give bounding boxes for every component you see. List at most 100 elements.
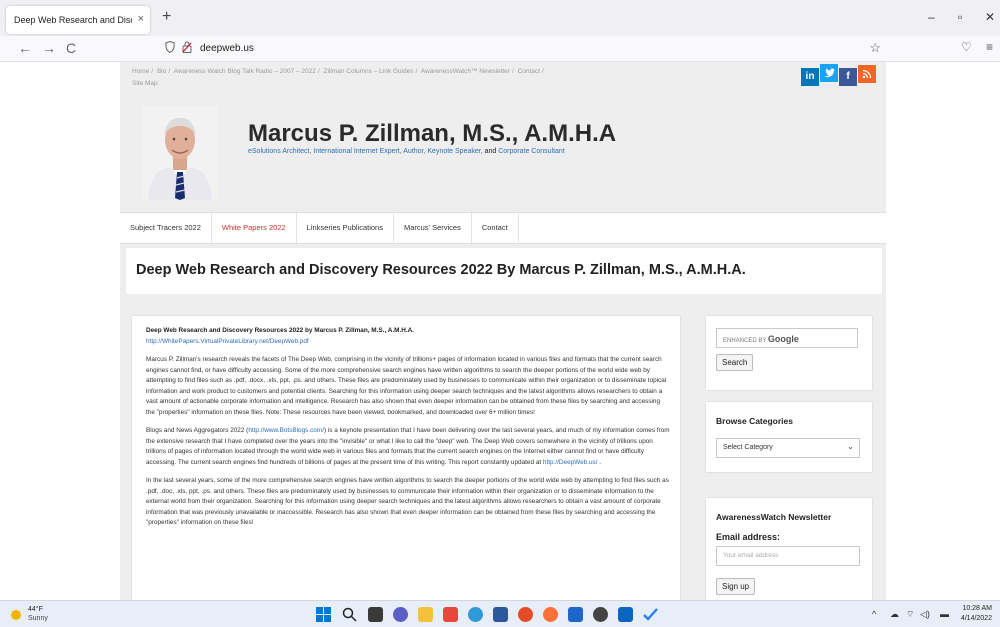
- newsletter-title: AwarenessWatch Newsletter: [716, 512, 832, 522]
- nav-separator: /: [168, 68, 171, 75]
- google-logo: Google: [767, 334, 799, 344]
- restore-icon[interactable]: ▫: [958, 10, 962, 24]
- article-paragraph-2: Blogs and News Aggregators 2022 (http://…: [146, 426, 670, 468]
- category-select-value: Select Category: [723, 444, 773, 451]
- site-tagline: eSolutions Architect, International Inte…: [248, 148, 565, 155]
- menu-contact[interactable]: Contact: [472, 213, 519, 243]
- bookmark-star-icon[interactable]: ☆: [869, 40, 881, 56]
- nav-link-columns[interactable]: Zillman Columns – Link Guides: [324, 68, 414, 75]
- rss-icon[interactable]: [858, 65, 876, 83]
- back-icon[interactable]: ←: [18, 40, 32, 56]
- deepweb-link[interactable]: http://DeepWeb.us/: [543, 459, 598, 466]
- volume-icon[interactable]: ◁): [920, 609, 930, 620]
- article-paragraph-3: In the last several years, some of the m…: [146, 477, 669, 526]
- dell-icon[interactable]: [593, 607, 608, 622]
- menu-icon[interactable]: ≡: [986, 40, 993, 54]
- chevron-down-icon: ⌄: [847, 442, 854, 451]
- url-text[interactable]: deepweb.us: [200, 43, 254, 54]
- browser-tab-strip: Deep Web Research and Discovery × + – ▫ …: [0, 0, 1000, 36]
- categories-widget: Browse Categories Select Category ⌄: [706, 402, 872, 472]
- browse-categories-title: Browse Categories: [716, 416, 793, 426]
- p2-text-c: .: [597, 458, 602, 466]
- battery-icon[interactable]: ▬: [940, 609, 949, 619]
- nav-link-sitemap[interactable]: Site Map: [132, 80, 158, 87]
- search-button[interactable]: Search: [716, 354, 754, 371]
- teams-chat-icon[interactable]: [393, 607, 408, 622]
- new-tab-button[interactable]: +: [162, 8, 171, 26]
- firefox-icon[interactable]: [543, 607, 558, 622]
- tagline-consultant: Corporate Consultant: [498, 148, 565, 155]
- social-links: in f: [800, 64, 876, 86]
- page-title-box: Deep Web Research and Discovery Resource…: [126, 248, 882, 294]
- tab-title: Deep Web Research and Discovery: [14, 15, 132, 25]
- clock-time[interactable]: 10:28 AM: [962, 605, 992, 612]
- google-search-input[interactable]: ENHANCED BY Google: [716, 328, 858, 348]
- checkmark-icon[interactable]: [643, 607, 658, 622]
- pocket-icon[interactable]: ♡: [961, 40, 972, 54]
- newsletter-widget: AwarenessWatch Newsletter Email address:…: [706, 498, 872, 600]
- article-pdf-link[interactable]: http://WhitePapers.VirtualPrivateLibrary…: [146, 337, 670, 348]
- menu-linkseries[interactable]: Linkseries Publications: [297, 213, 394, 243]
- botsblogs-link[interactable]: http://www.BotsBlogs.com/: [248, 427, 324, 434]
- nav-separator: /: [542, 68, 544, 75]
- windows-taskbar: 44°F Sunny ^ ☁ ⌔ ◁) ▬ 10:28 AM 4/14/2022: [0, 600, 1000, 627]
- onedrive-icon[interactable]: ☁: [890, 609, 899, 620]
- wifi-icon[interactable]: ⌔: [906, 609, 914, 620]
- nav-link-newsletter[interactable]: AwarenessWatch™ Newsletter: [421, 68, 510, 75]
- article-content: Deep Web Research and Discovery Resource…: [132, 316, 680, 600]
- site-title: Marcus P. Zillman, M.S., A.M.H.A: [248, 120, 617, 147]
- menu-white-papers[interactable]: White Papers 2022: [212, 213, 297, 243]
- tray-overflow-icon[interactable]: ^: [872, 609, 876, 619]
- weather-condition[interactable]: Sunny: [28, 615, 48, 622]
- page-title: Deep Web Research and Discovery Resource…: [136, 262, 746, 278]
- nav-link-bio[interactable]: Bio: [157, 68, 166, 75]
- shield-icon[interactable]: [165, 41, 175, 53]
- twitter-icon[interactable]: [820, 64, 838, 82]
- store-icon[interactable]: [568, 607, 583, 622]
- menu-services[interactable]: Marcus' Services: [394, 213, 472, 243]
- office-icon[interactable]: [443, 607, 458, 622]
- nav-link-home[interactable]: Home: [132, 68, 149, 75]
- author-photo: [142, 106, 218, 200]
- nav-link-radio[interactable]: Awareness Watch Blog Talk Radio – 2007 –…: [174, 68, 316, 75]
- lock-icon[interactable]: [182, 41, 192, 53]
- menu-subject-tracers[interactable]: Subject Tracers 2022: [120, 213, 212, 243]
- web-page: Home / Bio / Awareness Watch Blog Talk Rad…: [0, 62, 1000, 600]
- tagline-roles: eSolutions Architect, International Inte…: [248, 148, 483, 155]
- email-field[interactable]: Your email address: [716, 546, 860, 566]
- facebook-icon[interactable]: f: [839, 68, 857, 86]
- nav-separator: /: [415, 68, 418, 75]
- nav-link-contact[interactable]: Contact: [518, 68, 540, 75]
- search-widget: ENHANCED BY Google Search: [706, 316, 872, 390]
- task-view-icon[interactable]: [368, 607, 383, 622]
- file-explorer-icon[interactable]: [418, 607, 433, 622]
- minimize-icon[interactable]: –: [928, 10, 935, 24]
- windows-start-icon[interactable]: [316, 607, 331, 622]
- word-icon[interactable]: [493, 607, 508, 622]
- weather-temperature[interactable]: 44°F: [28, 606, 43, 613]
- close-window-icon[interactable]: ✕: [985, 10, 995, 24]
- outlook-icon[interactable]: [618, 607, 633, 622]
- search-icon[interactable]: [342, 607, 357, 622]
- linkedin-icon[interactable]: in: [801, 68, 819, 86]
- chrome-icon[interactable]: [518, 607, 533, 622]
- close-tab-icon[interactable]: ×: [138, 13, 144, 25]
- nav-separator: /: [151, 68, 154, 75]
- breadcrumb: Home / Bio / Awareness Watch Blog Talk Rad…: [132, 66, 692, 90]
- main-menu: Subject Tracers 2022 White Papers 2022 L…: [120, 212, 886, 244]
- clock-date[interactable]: 4/14/2022: [961, 615, 992, 622]
- forward-icon[interactable]: →: [42, 40, 56, 56]
- signup-button[interactable]: Sign up: [716, 578, 756, 595]
- article-heading: Deep Web Research and Discovery Resource…: [146, 327, 415, 334]
- reload-icon[interactable]: C: [66, 40, 76, 56]
- site-container: Home / Bio / Awareness Watch Blog Talk Rad…: [120, 62, 886, 600]
- tagline-and: and: [482, 148, 499, 155]
- edge-icon[interactable]: [468, 607, 483, 622]
- url-bar[interactable]: deepweb.us ☆: [155, 39, 889, 59]
- category-select[interactable]: Select Category ⌄: [716, 438, 860, 458]
- email-label: Email address:: [716, 532, 781, 542]
- search-prefix: ENHANCED BY: [723, 338, 767, 344]
- browser-navbar: ← → C deepweb.us ☆ ♡ ≡: [0, 36, 1000, 62]
- browser-tab[interactable]: Deep Web Research and Discovery ×: [6, 6, 150, 34]
- sun-icon[interactable]: [11, 610, 21, 620]
